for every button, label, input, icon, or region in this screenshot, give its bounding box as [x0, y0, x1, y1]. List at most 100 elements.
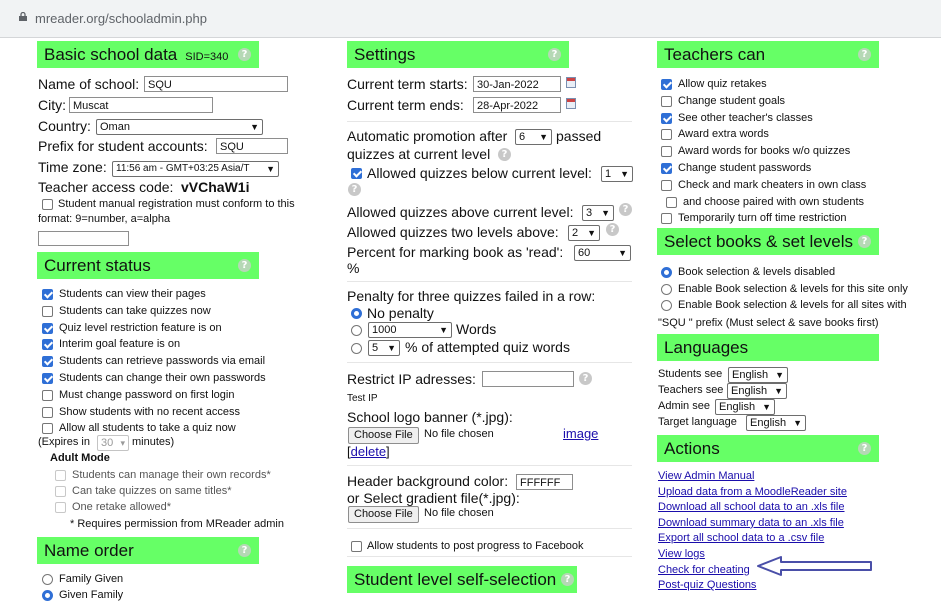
chevron-down-icon: ▾: [120, 438, 125, 448]
action-link[interactable]: Download summary data to an .xls file: [658, 517, 844, 529]
calendar-icon[interactable]: [566, 77, 576, 88]
action-link[interactable]: Upload data from a MoodleReader site: [658, 486, 847, 498]
adult-mode-item-checkbox[interactable]: [55, 470, 66, 481]
books-option-radio[interactable]: [661, 283, 672, 295]
penalty-none-radio[interactable]: [351, 308, 362, 319]
calendar-icon[interactable]: [566, 98, 576, 109]
help-icon[interactable]: ?: [348, 183, 361, 196]
help-icon[interactable]: ?: [238, 259, 251, 272]
language-select[interactable]: English ▼: [715, 399, 775, 415]
below-level-select[interactable]: 1 ▼: [601, 166, 633, 182]
school-name-input[interactable]: SQU: [144, 76, 288, 92]
chevron-down-icon: ▼: [775, 370, 784, 380]
chevron-down-icon: ▼: [762, 402, 771, 412]
action-link[interactable]: Post-quiz Questions: [658, 579, 756, 591]
teachers-title: Teachers can: [664, 45, 766, 64]
city-label: City:: [38, 97, 66, 113]
language-select[interactable]: English ▼: [746, 415, 806, 431]
delete-link[interactable]: delete: [351, 444, 386, 459]
restrict-ip-input[interactable]: [482, 371, 574, 387]
status-item-checkbox[interactable]: [42, 322, 53, 334]
bgcolor-label: Header background color:: [347, 473, 509, 489]
help-icon[interactable]: ?: [579, 372, 592, 385]
help-icon[interactable]: ?: [561, 573, 574, 586]
help-icon[interactable]: ?: [858, 442, 871, 455]
expires-select[interactable]: 30 ▾: [97, 435, 129, 451]
language-select[interactable]: English ▼: [727, 383, 787, 399]
manual-registration-checkbox[interactable]: [42, 199, 53, 210]
language-select[interactable]: English ▼: [728, 367, 788, 383]
books-option-radio[interactable]: [661, 300, 672, 311]
action-link[interactable]: Check for cheating: [658, 564, 750, 576]
url-text: mreader.org/schooladmin.php: [35, 11, 207, 26]
logo-choose-file-button[interactable]: Choose File: [348, 427, 419, 444]
teachers-item-checkbox[interactable]: [661, 179, 672, 191]
term-end-input[interactable]: 28-Apr-2022: [473, 97, 561, 113]
help-icon[interactable]: ?: [606, 223, 619, 236]
teachers-item-checkbox[interactable]: [661, 213, 672, 225]
status-item-checkbox[interactable]: [42, 389, 53, 401]
facebook-label: Allow students to post progress to Faceb…: [367, 540, 584, 552]
teachers-item-label: Award words for books w/o quizzes: [678, 145, 851, 158]
registration-format-input[interactable]: [38, 231, 129, 246]
help-icon[interactable]: ?: [548, 48, 561, 61]
help-icon[interactable]: ?: [858, 48, 871, 61]
teacher-code-label: Teacher access code:: [38, 179, 174, 195]
penalty-words-select[interactable]: 1000 ▼: [368, 322, 452, 338]
help-icon[interactable]: ?: [498, 148, 511, 161]
arrow-annotation: [757, 556, 872, 576]
teachers-item-checkbox[interactable]: [661, 146, 672, 158]
status-item-checkbox[interactable]: [42, 305, 53, 317]
teachers-item-checkbox[interactable]: [661, 79, 672, 90]
teachers-item-checkbox[interactable]: [661, 112, 672, 124]
action-link[interactable]: View Admin Manual: [658, 470, 754, 482]
teacher-code-value: vVChaW1i: [181, 179, 250, 195]
gradient-choose-file-button[interactable]: Choose File: [348, 506, 419, 523]
teachers-item-checkbox[interactable]: [661, 95, 672, 107]
prefix-input[interactable]: SQU: [216, 138, 288, 154]
status-item-checkbox[interactable]: [42, 373, 53, 384]
books-option-radio[interactable]: [661, 267, 672, 278]
promotion-select[interactable]: 6 ▼: [515, 129, 552, 145]
adult-mode-item-checkbox[interactable]: [55, 502, 66, 513]
teachers-item-checkbox[interactable]: [661, 129, 672, 141]
status-item-checkbox[interactable]: [42, 289, 53, 300]
adult-mode-item-label: Students can manage their own records*: [72, 469, 271, 481]
action-link[interactable]: View logs: [658, 548, 705, 560]
bgcolor-input[interactable]: FFFFFF: [516, 474, 573, 490]
action-link[interactable]: Export all school data to a .csv file: [658, 532, 824, 544]
penalty-words-radio[interactable]: [351, 325, 362, 336]
country-select[interactable]: Oman ▼: [96, 119, 263, 135]
books-title: Select books & set levels: [664, 232, 853, 251]
address-bar[interactable]: mreader.org/schooladmin.php: [0, 0, 941, 38]
help-icon[interactable]: ?: [619, 203, 632, 216]
help-icon[interactable]: ?: [238, 48, 251, 61]
status-item-checkbox[interactable]: [42, 356, 53, 368]
term-start-input[interactable]: 30-Jan-2022: [473, 76, 561, 92]
status-item-checkbox[interactable]: [42, 423, 53, 435]
penalty-percent-select[interactable]: 5 ▼: [368, 340, 400, 356]
facebook-checkbox[interactable]: [351, 541, 362, 552]
timezone-select[interactable]: 11:56 am - GMT+03:25 Asia/T ▼: [112, 161, 279, 177]
below-level-label: Allowed quizzes below current level:: [367, 165, 592, 181]
penalty-percent-radio[interactable]: [351, 343, 362, 354]
logo-banner-label: School logo banner (*.jpg):: [347, 409, 513, 425]
percent-read-select[interactable]: 60 ▼: [574, 245, 631, 261]
help-icon[interactable]: ?: [858, 235, 871, 248]
above-level-select[interactable]: 3 ▼: [582, 205, 614, 221]
below-level-checkbox[interactable]: [351, 168, 362, 179]
city-input[interactable]: Muscat: [69, 97, 213, 113]
name-order-option-radio[interactable]: [42, 590, 53, 601]
status-item-label: Interim goal feature is on: [59, 338, 181, 351]
status-item-checkbox[interactable]: [42, 406, 53, 418]
two-above-select[interactable]: 2 ▼: [568, 225, 600, 241]
name-order-option-radio[interactable]: [42, 574, 53, 585]
status-item-checkbox[interactable]: [42, 339, 53, 351]
action-link[interactable]: Download all school data to an .xls file: [658, 501, 845, 513]
settings-header: Settings ?: [347, 41, 569, 68]
help-icon[interactable]: ?: [238, 544, 251, 557]
teachers-item-checkbox[interactable]: [661, 163, 672, 174]
image-link[interactable]: image: [563, 426, 598, 441]
adult-mode-item-checkbox[interactable]: [55, 486, 66, 497]
teachers-item-checkbox[interactable]: [666, 196, 677, 208]
